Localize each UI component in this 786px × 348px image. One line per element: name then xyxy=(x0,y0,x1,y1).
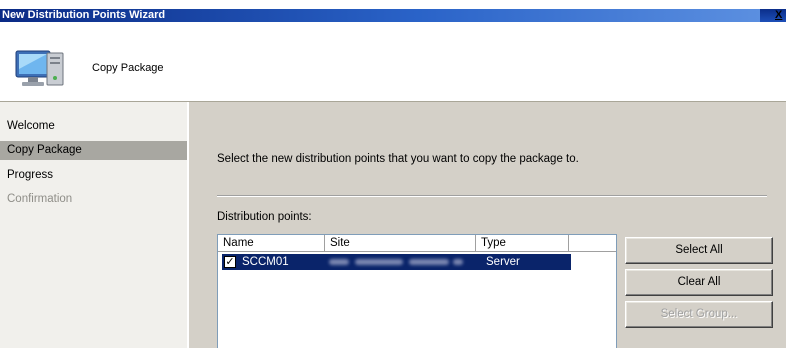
clear-all-button[interactable]: Clear All xyxy=(625,269,773,296)
nav-item-confirmation: Confirmation xyxy=(7,193,73,205)
row-site-redacted xyxy=(329,254,479,270)
computer-icon xyxy=(15,50,64,86)
select-all-button[interactable]: Select All xyxy=(625,237,773,264)
distribution-points-list[interactable]: Name Site Type ✓ SCCM01 Server xyxy=(217,234,617,348)
select-group-button: Select Group... xyxy=(625,301,773,328)
list-header: Name Site Type xyxy=(218,235,616,252)
title-bar: New Distribution Points Wizard X xyxy=(0,0,786,29)
column-header-type[interactable]: Type xyxy=(476,235,569,252)
content-separator xyxy=(217,195,767,197)
row-type: Server xyxy=(486,256,520,268)
nav-item-progress[interactable]: Progress xyxy=(0,166,187,185)
window-title: New Distribution Points Wizard xyxy=(2,9,166,21)
wizard-header: Copy Package xyxy=(0,29,786,101)
column-header-name[interactable]: Name xyxy=(218,235,325,252)
row-name: SCCM01 xyxy=(242,256,289,268)
instruction-text: Select the new distribution points that … xyxy=(217,153,579,165)
close-button[interactable]: X xyxy=(775,9,786,22)
column-header-site[interactable]: Site xyxy=(325,235,476,252)
nav-item-welcome[interactable]: Welcome xyxy=(0,117,187,136)
wizard-nav: Welcome Copy Package Progress Confirmati… xyxy=(0,102,188,348)
header-title: Copy Package xyxy=(92,62,164,74)
row-checkbox[interactable]: ✓ xyxy=(224,256,236,268)
distribution-points-label: Distribution points: xyxy=(217,211,312,223)
nav-item-copy-package[interactable]: Copy Package xyxy=(0,141,187,160)
column-header-filler xyxy=(569,235,616,252)
table-row[interactable]: ✓ SCCM01 Server xyxy=(222,254,571,270)
wizard-content: Select the new distribution points that … xyxy=(189,102,786,348)
